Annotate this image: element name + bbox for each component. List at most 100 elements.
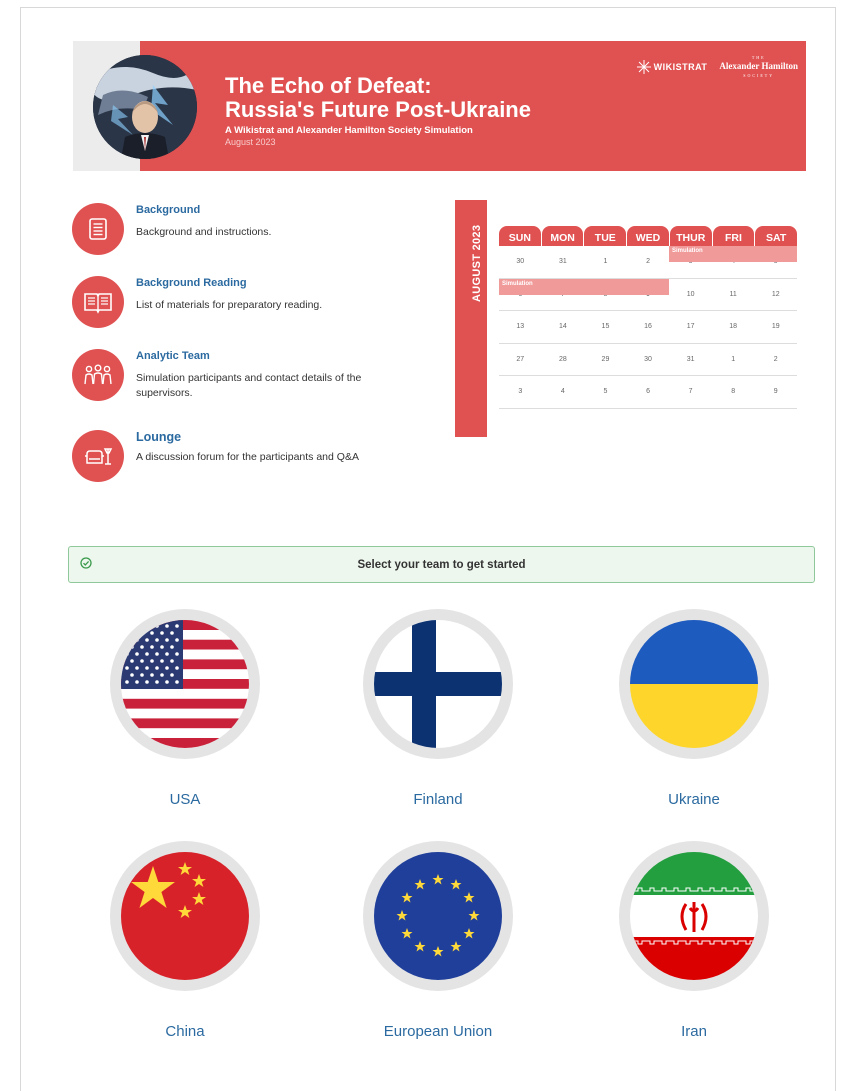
calendar-week: 27 28 29 30 31 1 2 [499,344,797,376]
banner-text: The Echo of Defeat: Russia's Future Post… [225,73,531,148]
banner-title-line2: Russia's Future Post-Ukraine [225,97,531,122]
menu-desc-background: Background and instructions. [136,226,272,238]
calendar-date: 3 [518,388,523,395]
menu-item-background[interactable]: Background Background and instructions. [72,203,396,255]
ahs-logo-name: Alexander Hamilton [719,61,798,71]
calendar-event-simulation[interactable]: Simulation [499,278,669,295]
team-finland[interactable]: Finland [338,609,538,808]
banner-subtitle: A Wikistrat and Alexander Hamilton Socie… [225,125,473,136]
ahs-logo-bottom: SOCIETY [743,73,775,78]
banner-date: August 2023 [225,137,276,147]
calendar-date: 11 [729,290,737,298]
calendar-date: 2 [646,258,650,265]
team-flag-ring [619,609,769,759]
team-name-iran[interactable]: Iran [594,1023,794,1040]
team-name-china[interactable]: China [85,1023,285,1040]
menu-item-analytic-team[interactable]: Analytic Team Simulation participants an… [72,349,396,401]
calendar-date: 31 [686,355,695,363]
calendar-date: 2 [773,355,778,363]
calendar-day-sun: SUN [499,226,541,246]
calendar-day-thur: THUR [669,226,712,246]
calendar-date: 12 [771,290,780,298]
calendar-header: SUN MON TUE WED THUR FRI SAT [499,226,798,246]
calendar-date: 1 [731,355,736,363]
calendar-date: 6 [646,388,650,395]
calendar-date: 16 [644,323,652,330]
menu-desc-analytic-team: Simulation participants and contact deta… [136,372,362,399]
menu-title-analytic-team[interactable]: Analytic Team [136,349,396,363]
header-banner: The Echo of Defeat: Russia's Future Post… [73,41,806,171]
calendar-event-simulation[interactable]: Simulation [669,246,797,262]
finland-flag-icon[interactable] [374,620,502,748]
ukraine-flag-icon[interactable] [630,620,758,748]
team-flag-ring [363,841,513,991]
team-flag-ring [110,841,260,991]
calendar-date: 31 [558,258,567,265]
menu-item-lounge[interactable]: Lounge A discussion forum for the partic… [72,430,396,482]
usa-flag-icon[interactable] [121,620,249,748]
wikistrat-logo-text: WIKISTRAT [653,61,708,72]
menu-item-background-reading[interactable]: Background Reading List of materials for… [72,276,396,328]
team-european-union[interactable]: European Union [338,841,538,1040]
calendar-day-mon: MON [541,226,584,246]
team-name-ukraine[interactable]: Ukraine [594,791,794,808]
calendar-date: 19 [771,323,780,330]
calendar-day-wed: WED [627,226,669,246]
calendar-date: 1 [603,258,608,265]
calendar-week: 13 14 15 16 17 18 19 [499,311,797,344]
team-flag-ring [110,609,260,759]
ahs-logo: THE Alexander Hamilton SOCIETY [719,53,798,80]
team-name-usa[interactable]: USA [85,791,285,808]
lounge-icon [72,430,124,482]
calendar-date: 28 [558,355,567,363]
team-flag-ring [363,609,513,759]
team-icon [72,349,124,401]
calendar-date: 18 [729,323,738,330]
team-iran[interactable]: Iran [594,841,794,1040]
calendar-date: 27 [516,355,525,363]
calendar-month-text: AUGUST 2023 [471,224,483,302]
open-book-icon [72,276,124,328]
calendar-week: 3 4 5 6 7 8 9 [499,376,797,409]
calendar-date: 13 [516,323,525,330]
calendar: SUN MON TUE WED THUR FRI SAT Simulation … [499,226,798,409]
team-usa[interactable]: USA [85,609,285,808]
calendar-day-fri: FRI [712,226,755,246]
calendar-month-label: AUGUST 2023 [455,200,487,437]
team-ukraine[interactable]: Ukraine [594,609,794,808]
calendar-day-sat: SAT [755,226,798,246]
starburst-icon [636,59,651,74]
menu-title-background[interactable]: Background [136,203,396,217]
calendar-date: 7 [688,388,693,395]
calendar-date: 30 [516,258,525,265]
eu-flag-icon[interactable] [374,852,502,980]
team-name-finland[interactable]: Finland [338,791,538,808]
banner-title-line1: The Echo of Defeat: [225,73,432,98]
calendar-date: 8 [731,388,736,395]
calendar-date: 10 [686,290,695,298]
calendar-date: 30 [644,355,652,363]
menu-title-background-reading[interactable]: Background Reading [136,276,396,290]
banner-logos: WIKISTRAT THE Alexander Hamilton SOCIETY [636,53,798,80]
alert-text: Select your team to get started [357,559,526,571]
calendar-week: Simulation 30 31 1 2 3 4 5 [499,246,797,279]
calendar-date: 9 [773,388,778,395]
calendar-week: Simulation 6 7 8 9 10 11 12 [499,278,797,311]
calendar-date: 29 [601,355,610,363]
menu-desc-lounge: A discussion forum for the participants … [136,451,359,463]
wikistrat-logo: WIKISTRAT [636,59,708,74]
calendar-date: 15 [601,323,610,330]
calendar-day-tue: TUE [584,226,627,246]
china-flag-icon[interactable] [121,852,249,980]
team-name-european-union[interactable]: European Union [338,1023,538,1040]
calendar-date: 5 [603,388,608,395]
banner-photo [93,55,197,159]
team-china[interactable]: China [85,841,285,1040]
menu-title-lounge[interactable]: Lounge [136,430,396,444]
calendar-date: 4 [560,388,565,395]
calendar-date: 14 [558,323,567,330]
select-team-alert: Select your team to get started [68,546,815,583]
menu-desc-background-reading: List of materials for preparatory readin… [136,299,323,311]
iran-flag-icon[interactable] [630,852,758,980]
calendar-date: 17 [686,323,695,330]
